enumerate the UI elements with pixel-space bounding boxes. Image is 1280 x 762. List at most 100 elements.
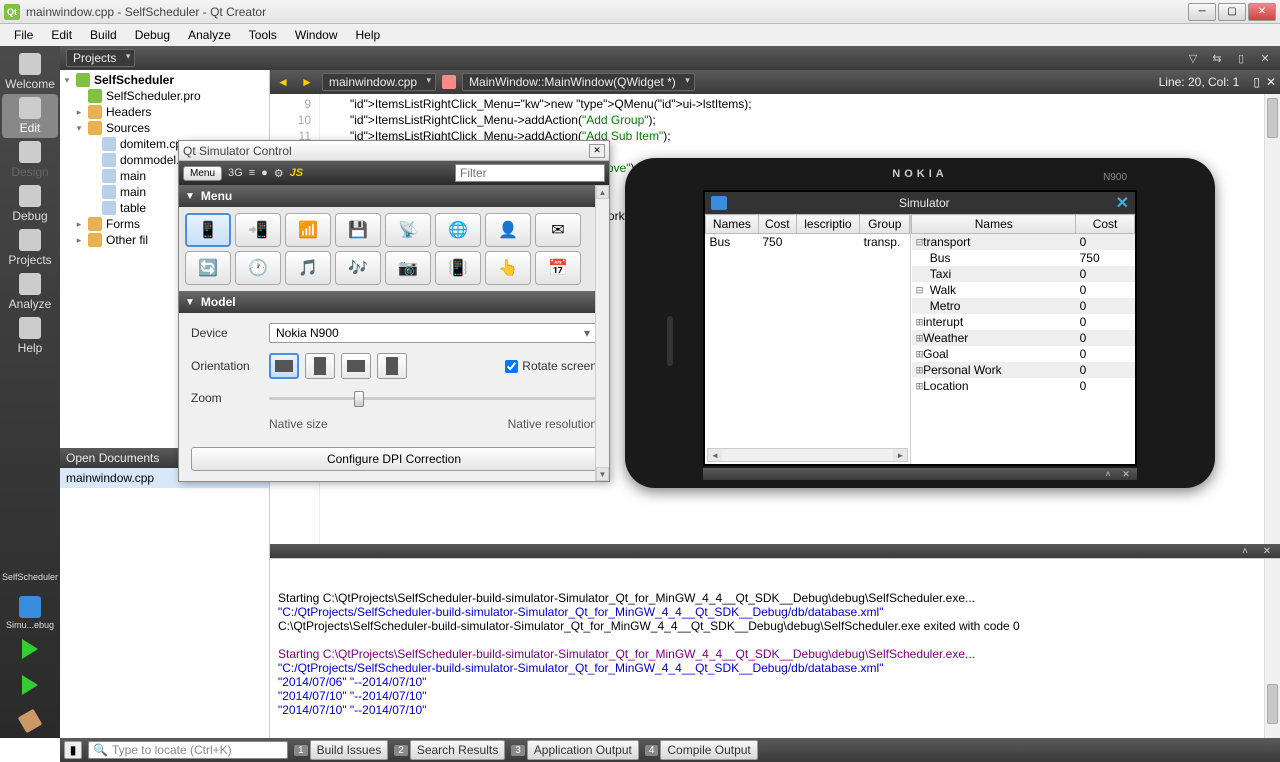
right-table[interactable]: NamesCost⊟transport0 Bus750 Taxi0⊟ Walk0… [911, 214, 1135, 464]
mode-debug[interactable]: Debug [2, 182, 58, 226]
table-cell[interactable] [796, 234, 859, 251]
scrollbar-thumb[interactable] [1267, 98, 1278, 138]
table-header[interactable]: Group [860, 215, 910, 234]
projects-combo[interactable]: Projects [66, 49, 135, 67]
slider-thumb[interactable] [354, 391, 364, 407]
orient-portrait[interactable] [305, 353, 335, 379]
table-header[interactable]: Cost [758, 215, 796, 234]
simctrl-model-section[interactable]: ▼Modelx [179, 291, 609, 313]
scroll-down-icon[interactable]: ▼ [596, 467, 609, 481]
sim-globe-icon[interactable]: 🌐 [435, 213, 481, 247]
configure-dpi-button[interactable]: Configure DPI Correction [191, 447, 597, 471]
zoom-slider[interactable] [269, 389, 597, 407]
gear-icon[interactable]: ⚙ [274, 167, 284, 180]
mode-projects[interactable]: Projects [2, 226, 58, 270]
tree-row[interactable]: ⊞Weather0 [912, 330, 1135, 346]
table-header[interactable]: Names [912, 215, 1076, 234]
table-cell[interactable]: Bus [706, 234, 759, 251]
nav-fwd-icon[interactable]: ► [298, 73, 316, 91]
tree-headers[interactable]: ▸Headers [60, 104, 269, 120]
below-close-icon[interactable]: ✕ [1119, 469, 1133, 479]
minimize-button[interactable]: ─ [1188, 3, 1216, 21]
simctrl-menu-button[interactable]: Menu [183, 166, 222, 181]
simctrl-close-button[interactable]: ✕ [589, 144, 605, 158]
menu-debug[interactable]: Debug [127, 26, 178, 44]
left-table[interactable]: NamesCostlescriptioGroupBus750transp. ◄► [705, 214, 911, 464]
tree-row[interactable]: ⊞Personal Work0 [912, 362, 1135, 378]
sim-storage-icon[interactable]: 💾 [335, 213, 381, 247]
sim-nfc-icon[interactable]: 📳 [435, 251, 481, 285]
menu-window[interactable]: Window [287, 26, 346, 44]
sim-calendar-icon[interactable]: 📅 [535, 251, 581, 285]
simctrl-scrollbar[interactable]: ▲ ▼ [595, 185, 609, 481]
sim-antenna-icon[interactable]: 📡 [385, 213, 431, 247]
menu-file[interactable]: File [6, 26, 41, 44]
mode-edit[interactable]: Edit [2, 94, 58, 138]
editor-close-icon[interactable]: ✕ [1266, 75, 1276, 89]
filter-icon[interactable]: ▽ [1184, 49, 1202, 67]
device-combo[interactable]: Nokia N900 [269, 323, 597, 343]
network-3g-label[interactable]: 3G [228, 167, 243, 179]
simctrl-menu-section[interactable]: ▼Menu [179, 185, 609, 207]
simctrl-titlebar[interactable]: Qt Simulator Control ✕ [179, 141, 609, 161]
sim-contacts-icon[interactable]: 👤 [485, 213, 531, 247]
output-tab-4[interactable]: 4Compile Output [645, 740, 758, 760]
build-button[interactable] [2, 704, 58, 738]
sim-media-icon[interactable]: 🎶 [335, 251, 381, 285]
toggle-sidebar-button[interactable]: ▮ [64, 741, 82, 759]
table-hscroll[interactable]: ◄► [707, 448, 908, 462]
table-cell[interactable]: transp. [860, 234, 910, 251]
table-header[interactable]: lescriptio [796, 215, 859, 234]
output-tab-2[interactable]: 2Search Results [394, 740, 505, 760]
tree-row[interactable]: ⊞Location0 [912, 378, 1135, 394]
table-header[interactable]: Names [706, 215, 759, 234]
bars-icon[interactable]: ≡ [249, 167, 255, 179]
device-hw-button[interactable] [667, 316, 673, 366]
menu-edit[interactable]: Edit [43, 26, 80, 44]
scrollbar-thumb[interactable] [1267, 684, 1278, 723]
run-button[interactable] [2, 632, 58, 666]
tree-row[interactable]: ⊟transport0 [912, 234, 1135, 251]
sim-device-icon[interactable]: 📱 [185, 213, 231, 247]
tree-row[interactable]: ⊟ Walk0 [912, 282, 1135, 298]
js-toggle[interactable]: JS [290, 167, 303, 179]
split-icon[interactable]: ▯ [1232, 49, 1250, 67]
below-expand-icon[interactable]: ˄ [1101, 469, 1115, 479]
sync-icon[interactable]: ⇆ [1208, 49, 1226, 67]
nav-back-icon[interactable]: ◄ [274, 73, 292, 91]
simctrl-filter-input[interactable] [455, 164, 605, 182]
editor-split-icon[interactable]: ▯ [1253, 75, 1260, 89]
menu-tools[interactable]: Tools [241, 26, 285, 44]
sim-camera-icon[interactable]: 📷 [385, 251, 431, 285]
tree-row[interactable]: Bus750 [912, 250, 1135, 266]
output-tab-3[interactable]: 3Application Output [511, 740, 639, 760]
tree-row[interactable]: Metro0 [912, 298, 1135, 314]
sim-mail-icon[interactable]: ✉ [535, 213, 581, 247]
sim-music-icon[interactable]: 🎵 [285, 251, 331, 285]
close-button[interactable]: ✕ [1248, 3, 1276, 21]
application-output[interactable]: Starting C:\QtProjects\SelfScheduler-bui… [270, 558, 1280, 738]
tree-pro-file[interactable]: SelfScheduler.pro [60, 88, 269, 104]
menu-help[interactable]: Help [348, 26, 389, 44]
sim-touch-icon[interactable]: 👆 [485, 251, 531, 285]
table-header[interactable]: Cost [1076, 215, 1135, 234]
tree-row[interactable]: ⊞interupt0 [912, 314, 1135, 330]
editor-symbol-combo[interactable]: MainWindow::MainWindow(QWidget *) [462, 73, 695, 91]
sim-network-icon[interactable]: 📶 [285, 213, 331, 247]
kit-selector[interactable]: SelfScheduler [2, 560, 58, 594]
output-expand-icon[interactable]: ˄ [1236, 545, 1254, 557]
editor-file-combo[interactable]: mainwindow.cpp [322, 73, 436, 91]
tree-sources[interactable]: ▾Sources [60, 120, 269, 136]
app-close-button[interactable]: ✕ [1116, 193, 1129, 213]
sim-rotate-icon[interactable]: 🔄 [185, 251, 231, 285]
orient-landscape-flip[interactable] [341, 353, 371, 379]
mode-design[interactable]: Design [2, 138, 58, 182]
tree-row[interactable]: Taxi0 [912, 266, 1135, 282]
output-close-icon[interactable]: ✕ [1258, 545, 1276, 557]
mode-welcome[interactable]: Welcome [2, 50, 58, 94]
menu-analyze[interactable]: Analyze [180, 26, 239, 44]
scroll-up-icon[interactable]: ▲ [596, 185, 609, 199]
mode-analyze[interactable]: Analyze [2, 270, 58, 314]
rotate-screen-checkbox[interactable]: Rotate screen [505, 359, 597, 373]
output-tab-1[interactable]: 1Build Issues [294, 740, 388, 760]
